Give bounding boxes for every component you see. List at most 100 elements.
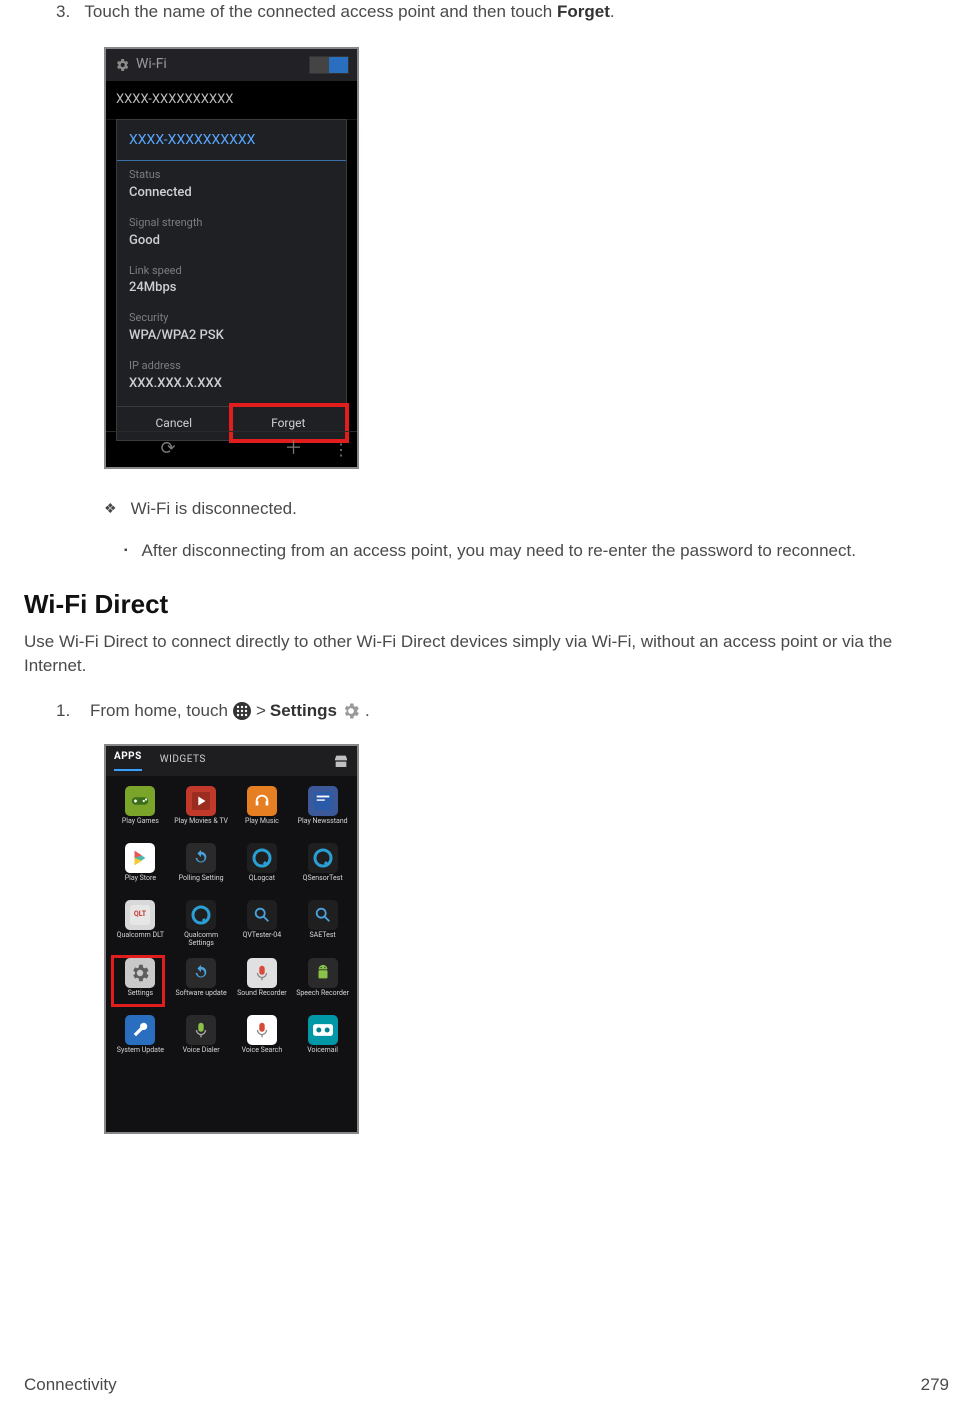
square-bullet-icon: ▪	[124, 539, 128, 564]
wifi-value-security: WPA/WPA2 PSK	[129, 327, 334, 346]
result-text: Wi-Fi is disconnected.	[131, 497, 297, 522]
app-play-newsstand[interactable]: Play Newsstand	[294, 784, 351, 837]
app-icon	[308, 900, 338, 930]
app-polling-setting[interactable]: Polling Setting	[173, 841, 230, 894]
wifi-screen-title: Wi-Fi	[136, 54, 167, 74]
app-label: Settings	[128, 990, 154, 998]
play-store-shop-icon[interactable]	[333, 754, 349, 768]
wifi-network-row[interactable]: XXXX-XXXXXXXXXX	[106, 81, 357, 121]
app-settings[interactable]: Settings	[112, 956, 169, 1009]
app-label: Play Store	[125, 875, 156, 883]
step-1-settings-bold: Settings	[270, 699, 337, 724]
step-1: 1. From home, touch > Settings .	[56, 699, 949, 724]
app-icon	[247, 900, 277, 930]
step-1-period: .	[365, 699, 370, 724]
footer-page-number: 279	[921, 1373, 949, 1398]
note-bullet: ▪ After disconnecting from an access poi…	[124, 539, 919, 564]
app-label: Sound Recorder	[237, 990, 287, 998]
app-speech-recorder[interactable]: Speech Recorder	[294, 956, 351, 1009]
app-label: QSensorTest	[303, 875, 343, 883]
wifi-value-speed: 24Mbps	[129, 279, 334, 298]
wifi-direct-desc: Use Wi-Fi Direct to connect directly to …	[24, 630, 949, 679]
app-icon	[308, 786, 338, 816]
app-voice-dialer[interactable]: Voice Dialer	[173, 1013, 230, 1066]
wifi-direct-heading: Wi-Fi Direct	[24, 586, 949, 624]
wifi-value-signal: Good	[129, 232, 334, 251]
add-network-icon[interactable]: ＋	[285, 436, 303, 462]
app-system-update[interactable]: System Update	[112, 1013, 169, 1066]
app-icon	[125, 843, 155, 873]
wifi-dialog-title: XXXX-XXXXXXXXXX	[117, 120, 346, 161]
app-software-update[interactable]: Software update	[173, 956, 230, 1009]
tab-apps[interactable]: APPS	[114, 750, 142, 771]
wifi-details-dialog: XXXX-XXXXXXXXXX Status Connected Signal …	[116, 119, 347, 441]
app-icon	[186, 786, 216, 816]
app-label: Software update	[176, 990, 227, 998]
note-text: After disconnecting from an access point…	[142, 539, 856, 564]
app-label: Speech Recorder	[296, 990, 349, 998]
diamond-bullet-icon: ❖	[104, 497, 117, 522]
app-qualcomm-settings[interactable]: Qualcomm Settings	[173, 898, 230, 951]
app-label: Qualcomm Settings	[173, 932, 229, 947]
app-icon	[186, 900, 216, 930]
app-icon	[247, 786, 277, 816]
wifi-settings-screenshot: Wi-Fi XXXX-XXXXXXXXXX XXXX-XXXXXXXXXX St…	[104, 47, 359, 469]
app-label: Qualcomm DLT	[117, 932, 164, 940]
svg-text:QLT: QLT	[134, 910, 147, 918]
app-icon	[308, 958, 338, 988]
app-label: Play Newsstand	[298, 818, 348, 826]
app-label: SAETest	[310, 932, 336, 940]
app-play-games[interactable]: Play Games	[112, 784, 169, 837]
wifi-bottom-bar: ⟳ ＋ ⋮	[106, 431, 357, 467]
app-voicemail[interactable]: Voicemail	[294, 1013, 351, 1066]
app-icon	[308, 843, 338, 873]
app-icon	[308, 1015, 338, 1045]
result-bullet: ❖ Wi-Fi is disconnected.	[104, 497, 949, 522]
wifi-label-ip: IP address	[129, 358, 334, 374]
app-icon	[186, 1015, 216, 1045]
step-3-forget-bold: Forget	[557, 2, 610, 21]
step-1-number: 1.	[56, 699, 80, 724]
step-1-gt: >	[256, 699, 266, 724]
wifi-value-ip: XXX.XXX.X.XXX	[129, 375, 334, 394]
step-3-number: 3.	[56, 0, 80, 25]
wifi-field-speed: Link speed 24Mbps	[117, 257, 346, 305]
app-grid: Play Games Play Movies & TV Play Music Play…	[112, 784, 351, 1124]
settings-gear-icon	[341, 701, 361, 721]
wifi-label-security: Security	[129, 310, 334, 326]
gear-icon	[114, 57, 130, 73]
wifi-label-speed: Link speed	[129, 263, 334, 279]
app-icon	[125, 958, 155, 988]
app-drawer-tabs: APPS WIDGETS	[106, 746, 357, 776]
app-voice-search[interactable]: Voice Search	[234, 1013, 291, 1066]
app-label: Play Music	[245, 818, 279, 826]
app-label: QVTester-04	[243, 932, 282, 940]
footer-section-name: Connectivity	[24, 1373, 117, 1398]
app-play-movies-tv[interactable]: Play Movies & TV	[173, 784, 230, 837]
refresh-icon[interactable]: ⟳	[160, 436, 175, 462]
app-qualcomm-dlt[interactable]: QLT Qualcomm DLT	[112, 898, 169, 951]
app-label: Voice Search	[242, 1047, 283, 1055]
tab-widgets[interactable]: WIDGETS	[160, 753, 206, 768]
step-3-text-a: Touch the name of the connected access p…	[84, 2, 557, 21]
app-qsensortest[interactable]: QSensorTest	[294, 841, 351, 894]
app-sound-recorder[interactable]: Sound Recorder	[234, 956, 291, 1009]
app-qlogcat[interactable]: QLogcat	[234, 841, 291, 894]
app-icon: QLT	[125, 900, 155, 930]
app-icon	[125, 1015, 155, 1045]
app-qvtester-04[interactable]: QVTester-04	[234, 898, 291, 951]
app-play-store[interactable]: Play Store	[112, 841, 169, 894]
app-icon	[125, 786, 155, 816]
wifi-topbar: Wi-Fi	[106, 49, 357, 81]
wifi-label-status: Status	[129, 167, 334, 183]
app-saetest[interactable]: SAETest	[294, 898, 351, 951]
wifi-label-signal: Signal strength	[129, 215, 334, 231]
wifi-field-ip: IP address XXX.XXX.X.XXX	[117, 352, 346, 400]
app-label: Play Games	[122, 818, 159, 826]
page-footer: Connectivity 279	[24, 1373, 949, 1398]
app-label: QLogcat	[249, 875, 275, 883]
app-play-music[interactable]: Play Music	[234, 784, 291, 837]
step-3: 3. Touch the name of the connected acces…	[56, 0, 949, 25]
wifi-toggle-on[interactable]	[309, 56, 349, 74]
overflow-menu-icon[interactable]: ⋮	[333, 432, 349, 468]
